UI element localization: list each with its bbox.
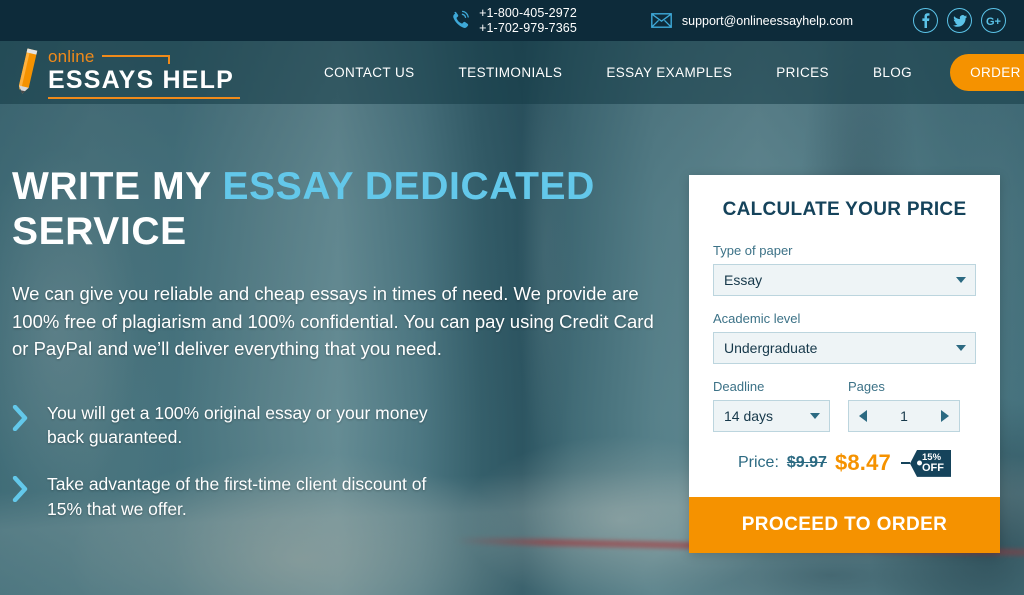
email-contact-group[interactable]: support@onlineessayhelp.com xyxy=(650,13,853,28)
tag-hole-icon xyxy=(917,460,922,466)
social-links: G+ xyxy=(913,8,1006,33)
deadline-value: 14 days xyxy=(724,408,774,424)
hero-benefit-list: You will get a 100% original essay or yo… xyxy=(12,401,690,522)
hero-title-part2: SERVICE xyxy=(12,210,187,254)
chevron-down-icon xyxy=(810,413,820,419)
nav-item-contact-us[interactable]: CONTACT US xyxy=(302,65,437,80)
phone-icon xyxy=(450,10,470,31)
hero-paragraph: We can give you reliable and cheap essay… xyxy=(12,283,654,360)
triangle-right-icon[interactable] xyxy=(940,410,949,422)
academic-level-value: Undergraduate xyxy=(724,340,818,356)
price-summary: Price: $9.97 $8.47 15% OFF xyxy=(713,450,976,477)
list-item: You will get a 100% original essay or yo… xyxy=(12,401,690,451)
logo-word-online: online xyxy=(48,46,95,66)
chevron-down-icon xyxy=(956,277,966,283)
price-new-value: $8.47 xyxy=(834,450,891,476)
hero-text-column: WRITE MY ESSAY DEDICATED SERVICE We can … xyxy=(0,104,690,544)
deadline-pages-row: Deadline 14 days Pages 1 xyxy=(713,379,976,432)
price-calculator-panel: CALCULATE YOUR PRICE Type of paper Essay… xyxy=(689,175,1000,553)
discount-off-label: OFF xyxy=(922,461,944,474)
nav-item-essay-examples[interactable]: ESSAY EXAMPLES xyxy=(584,65,754,80)
main-navigation-bar: online ESSAYS HELP CONTACT US TESTIMONIA… xyxy=(0,41,1024,104)
type-of-paper-select[interactable]: Essay xyxy=(713,264,976,296)
logo-underline xyxy=(48,96,240,99)
price-label: Price: xyxy=(737,454,779,472)
svg-text:G+: G+ xyxy=(986,16,1001,27)
email-address[interactable]: support@onlineessayhelp.com xyxy=(682,14,853,28)
phone-number-secondary[interactable]: +1-702-979-7365 xyxy=(479,21,577,36)
pages-value[interactable]: 1 xyxy=(900,408,908,424)
deadline-label: Deadline xyxy=(713,379,765,394)
nav-item-prices[interactable]: PRICES xyxy=(754,65,851,80)
hero-title-accent: ESSAY DEDICATED xyxy=(222,165,595,208)
pages-group: Pages 1 xyxy=(848,379,960,432)
benefit-text: Take advantage of the first-time client … xyxy=(47,474,427,520)
envelope-icon xyxy=(650,13,672,28)
page-title: WRITE MY ESSAY DEDICATED SERVICE xyxy=(12,164,690,254)
type-of-paper-value: Essay xyxy=(724,272,763,288)
chevron-right-icon xyxy=(12,404,29,436)
nav-item-blog[interactable]: BLOG xyxy=(851,65,934,80)
academic-level-select[interactable]: Undergraduate xyxy=(713,332,976,364)
triangle-left-icon[interactable] xyxy=(859,410,867,422)
pages-stepper: 1 xyxy=(848,400,960,432)
site-logo[interactable]: online ESSAYS HELP xyxy=(12,47,240,99)
phone-numbers: +1-800-405-2972 +1-702-979-7365 xyxy=(479,6,577,36)
deadline-group: Deadline 14 days xyxy=(713,379,830,432)
google-plus-icon[interactable]: G+ xyxy=(981,8,1006,33)
academic-level-label: Academic level xyxy=(713,311,801,326)
order-now-button[interactable]: ORDER NOW xyxy=(950,54,1024,91)
nav-links: CONTACT US TESTIMONIALS ESSAY EXAMPLES P… xyxy=(302,54,1024,91)
twitter-icon[interactable] xyxy=(947,8,972,33)
facebook-icon[interactable] xyxy=(913,8,938,33)
logo-word-main: ESSAYS HELP xyxy=(48,65,234,94)
calculator-title: CALCULATE YOUR PRICE xyxy=(722,199,967,220)
top-contact-bar: +1-800-405-2972 +1-702-979-7365 support@… xyxy=(0,0,1024,41)
list-item: Take advantage of the first-time client … xyxy=(12,472,690,522)
benefit-text: You will get a 100% original essay or yo… xyxy=(47,402,428,448)
phone-contact-group[interactable]: +1-800-405-2972 +1-702-979-7365 xyxy=(450,6,577,36)
type-of-paper-label: Type of paper xyxy=(713,243,793,258)
pencil-icon xyxy=(12,47,42,99)
chevron-down-icon xyxy=(956,345,966,351)
nav-item-testimonials[interactable]: TESTIMONIALS xyxy=(437,65,585,80)
chevron-right-icon xyxy=(12,476,29,507)
pages-label: Pages xyxy=(848,379,885,394)
landing-page: +1-800-405-2972 +1-702-979-7365 support@… xyxy=(0,0,1024,595)
tag-connector xyxy=(901,462,910,465)
proceed-to-order-button[interactable]: PROCEED TO ORDER xyxy=(689,496,1000,553)
discount-badge: 15% OFF xyxy=(901,450,951,477)
deadline-select[interactable]: 14 days xyxy=(713,400,830,432)
logo-wordmark: online ESSAYS HELP xyxy=(48,47,240,99)
hero-title-part1: WRITE MY xyxy=(12,165,223,208)
phone-number-primary[interactable]: +1-800-405-2972 xyxy=(479,6,577,21)
price-old-value: $9.97 xyxy=(786,454,827,472)
logo-rule xyxy=(101,54,170,64)
